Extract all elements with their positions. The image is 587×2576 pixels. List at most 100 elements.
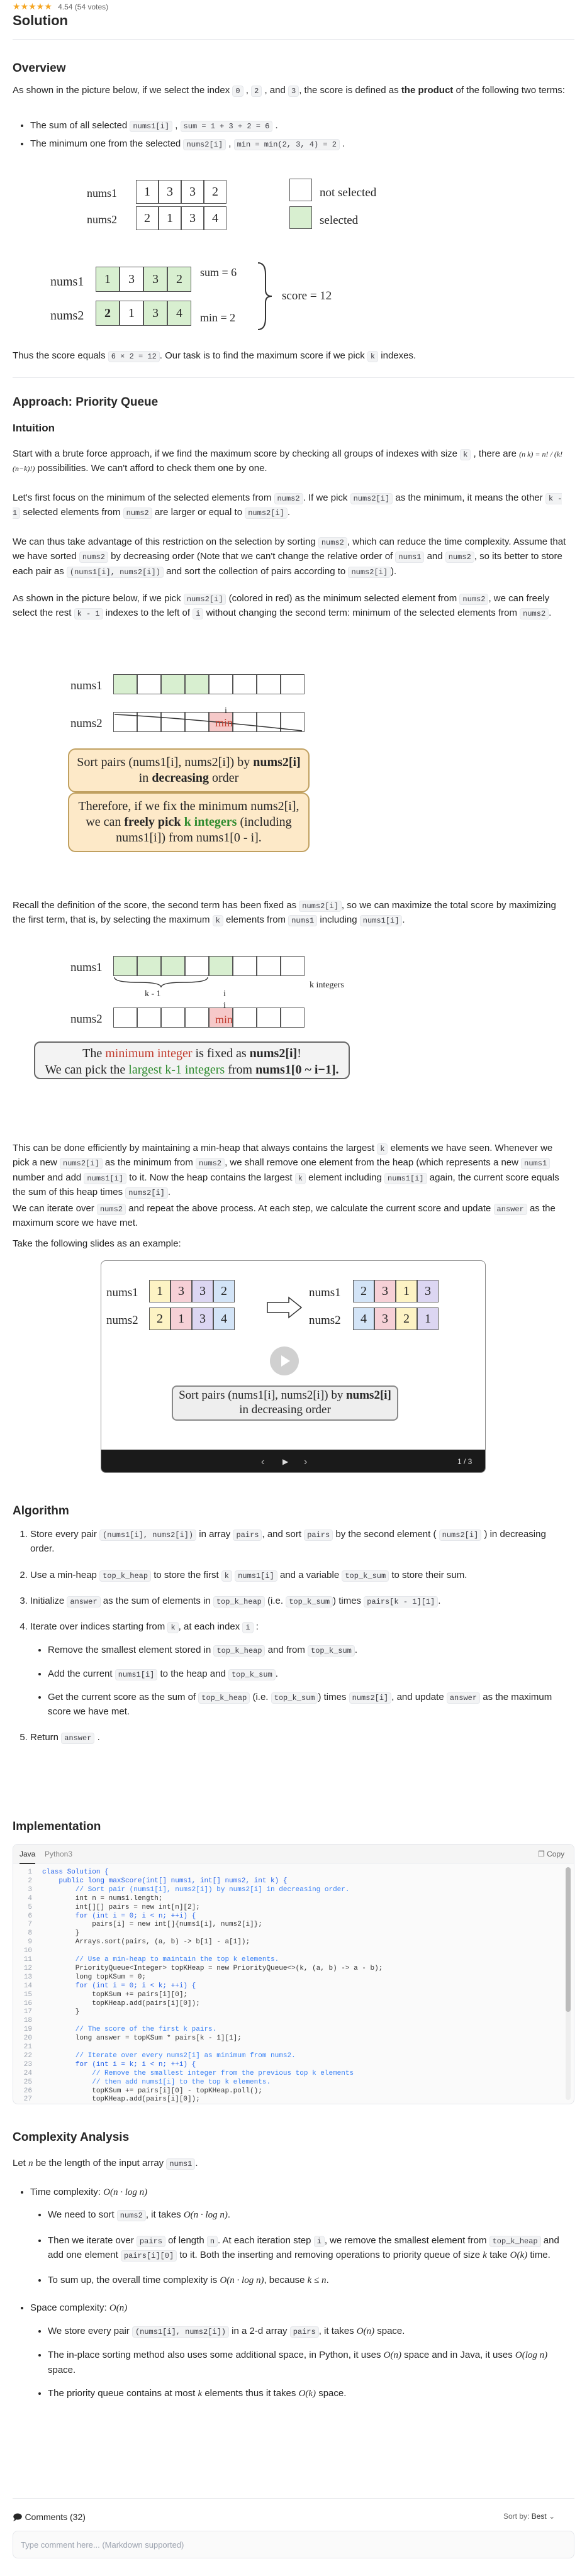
code-line: long answer = topKSum * pairs[k - 1][1]; [42,2035,242,2043]
comment-icon: 🗩 [13,2512,23,2522]
array-cell [257,956,281,976]
array-cell: 1 [417,1307,439,1330]
paragraph: This can be done efficiently by maintain… [13,1143,559,1199]
list-item: Store every pair (nums1[i], nums2[i]) in… [30,1527,560,1557]
list-item: We store every pair (nums1[i], nums2[i])… [48,2324,560,2339]
arrow-right-icon [267,1296,303,1319]
overview-outro: Thus the score equals 6 × 2 = 12. Our ta… [13,350,416,362]
paragraph: Start with a brute force approach, if we… [13,448,563,474]
decreasing-curve-icon [114,714,303,731]
legend-not-selected-swatch [289,179,312,201]
pick-top-k-figure: nums1 nums2 k - 1 i i k integers min The… [13,943,574,1132]
array-cell: 4 [353,1307,374,1330]
array-cell: 3 [374,1280,396,1302]
nums1-label: nums1 [70,679,103,692]
array-cell: 2 [167,267,191,292]
array-cell: 1 [171,1307,192,1330]
index-i-label: i [223,1001,226,1010]
paragraph: Take the following slides as an example: [13,1238,181,1249]
chevron-down-icon: ⌄ [549,2512,556,2521]
bracket-icon [114,977,208,988]
array-cell [161,956,185,976]
array-cell: 3 [192,1280,213,1302]
code-scrollbar[interactable] [566,1867,571,2100]
list-item: Space complexity: O(n) We store every pa… [30,2301,560,2401]
array-cell: 1 [159,206,181,230]
list-item: The minimum one from the selected nums2[… [30,136,554,151]
nums1-label: nums1 [50,275,84,289]
paragraph: Recall the definition of the score, the … [13,900,556,927]
divider [13,2498,574,2499]
comments-header: 🗩 Comments (32) [13,2511,86,2524]
sort-control[interactable]: Sort by: Best ⌄ [503,2511,555,2523]
slideshow[interactable]: nums1 nums2 1332 2134 nums1 nums2 2313 4… [101,1260,486,1473]
array-cell: 2 [396,1307,417,1330]
slide-controls: ‹ ▶ › 1 / 3 [101,1450,485,1472]
sort-note-box: Sort pairs (nums1[i], nums2[i]) by nums2… [68,748,310,792]
tab-java[interactable]: Java [20,1848,36,1864]
array-cell: 1 [136,180,159,204]
list-item: The priority queue contains at most k el… [48,2386,560,2401]
code-tabs: Java Python3 ❐ Copy [13,1845,574,1864]
array-cell [233,674,257,694]
array-cell [209,674,233,694]
legend-not-selected-label: not selected [320,186,377,199]
array-cell: 2 [353,1280,374,1302]
list-item: Return answer . [30,1730,560,1745]
nums1-label: nums1 [70,961,103,974]
array-cell: 3 [417,1280,439,1302]
array-cell [185,674,209,694]
complexity-list: Time complexity: O(n · log n) We need to… [13,2181,560,2406]
algorithm-heading: Algorithm [13,1504,69,1518]
play-button[interactable] [270,1346,299,1375]
top-k-note-box: The minimum integer is fixed as nums2[i]… [34,1041,350,1079]
array-cell [137,956,161,976]
copy-button[interactable]: ❐ Copy [538,1848,564,1860]
array-cell: 2 [149,1307,171,1330]
nums2-label: nums2 [309,1314,341,1327]
comment-input[interactable]: Type comment here... (Markdown supported… [13,2531,574,2558]
min-label: min [215,1013,233,1026]
list-item: We need to sort nums2, it takes O(n · lo… [48,2207,560,2223]
array-cell [137,1008,161,1028]
array-cell: 3 [120,267,143,292]
array-cell [185,1008,209,1028]
array-cell: 3 [143,267,167,292]
score-label: score = 12 [282,289,332,303]
list-item: Remove the smallest element stored in to… [48,1643,560,1657]
array-cell [113,956,137,976]
array-cell [257,674,281,694]
list-item: To sum up, the overall time complexity i… [48,2273,560,2288]
overview-heading: Overview [13,62,66,75]
code-line: } [42,2008,80,2016]
complexity-intro: Let n be the length of the input array n… [13,2158,198,2170]
paragraph: We can thus take advantage of this restr… [13,536,566,578]
slide-caption: Sort pairs (nums1[i], nums2[i]) by nums2… [172,1385,398,1421]
array-cell: 3 [192,1307,213,1330]
prev-slide-button[interactable]: ‹ [261,1455,264,1470]
array-cell: 2 [213,1280,235,1302]
overview-figure: nums1 nums2 1332 2134 not selected selec… [13,175,574,345]
list-item: Add the current nums1[i] to the heap and… [48,1667,560,1681]
tab-python3[interactable]: Python3 [45,1848,72,1860]
code-line: Arrays.sort(pairs, (a, b) -> b[1] - a[1]… [42,1938,250,1946]
play-small-button[interactable]: ▶ [282,1456,288,1468]
list-item: Then we iterate over pairs of length n. … [48,2233,560,2263]
list-item: Get the current score as the sum of top_… [48,1690,560,1719]
approach-heading: Approach: Priority Queue [13,396,159,409]
page-title: Solution [13,13,68,28]
intuition-heading: Intuition [13,422,55,434]
next-slide-button[interactable]: › [304,1455,307,1470]
array-cell [233,956,257,976]
nums1-label: nums1 [309,1286,341,1299]
list-item: Iterate over indices starting from k, at… [30,1619,560,1719]
array-cell [209,956,233,976]
divider [13,39,574,40]
list-item: Initialize answer as the sum of elements… [30,1594,560,1608]
nums2-label: nums2 [50,309,84,323]
nums2-label: nums2 [70,1013,103,1026]
array-cell: 3 [171,1280,192,1302]
k-minus-1-label: k - 1 [145,989,161,999]
overview-intro: As shown in the picture below, if we sel… [13,85,565,97]
list-item: Time complexity: O(n · log n) We need to… [30,2185,560,2288]
